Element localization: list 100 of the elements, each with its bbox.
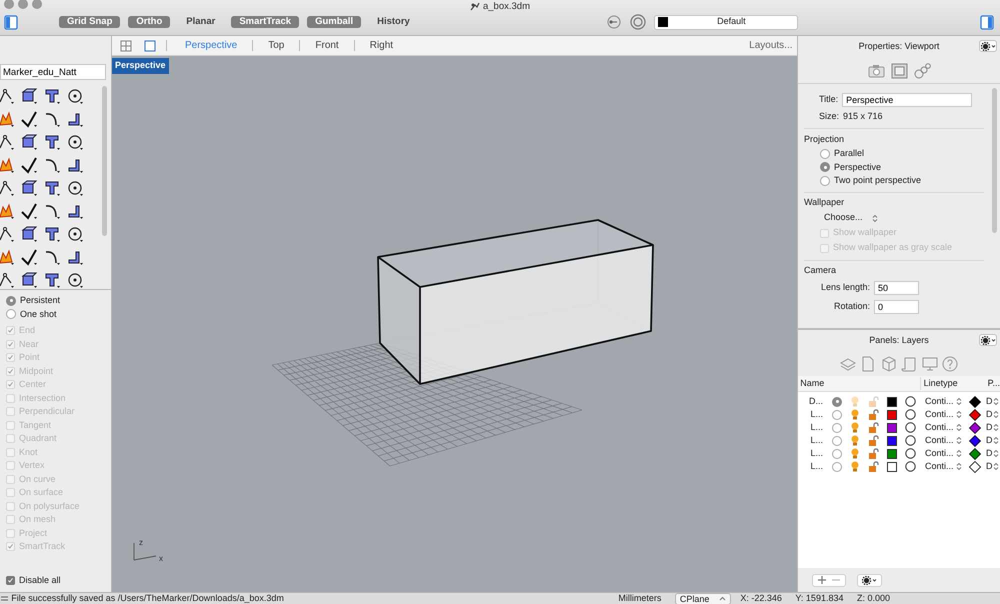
tool-icon[interactable] [43,132,61,151]
tool-icon[interactable] [20,156,38,174]
stepper-icon[interactable] [956,449,962,458]
tool-icon[interactable] [20,178,38,197]
radio-button[interactable] [832,436,842,446]
material-icon[interactable] [905,396,916,407]
gear-icon[interactable] [862,576,876,584]
radio-button[interactable] [832,448,842,458]
toggle-button[interactable]: Gumball [307,16,362,28]
link-icon[interactable] [914,62,930,78]
tool-icon[interactable] [43,224,61,243]
tool-icon[interactable] [0,224,15,243]
print-color-icon[interactable] [969,422,981,434]
print-color-icon[interactable] [969,460,981,472]
layer-color-swatch[interactable] [887,396,897,406]
material-icon[interactable] [905,448,916,459]
choose-dropdown[interactable]: Choose... [824,211,878,225]
add-icon[interactable] [817,575,827,585]
radio-button[interactable] [832,410,842,420]
record-icon[interactable] [607,15,622,29]
material-icon[interactable] [905,422,916,433]
stepper-icon[interactable] [992,423,998,432]
layer-name[interactable]: L... [798,460,823,474]
material-icon[interactable] [905,461,916,472]
tool-icon[interactable] [43,270,61,289]
layer-dropdown[interactable]: Default [654,14,798,30]
print-color-icon[interactable] [969,434,981,446]
page-icon[interactable] [860,356,876,372]
layer-name[interactable]: D... [798,394,823,408]
lock-icon[interactable] [868,422,879,433]
stepper-icon[interactable] [992,397,998,406]
light-bulb-icon[interactable] [850,461,860,472]
radio-button[interactable] [6,296,16,306]
radio-button[interactable] [820,148,830,159]
linetype-dropdown[interactable]: Conti... [925,446,965,460]
linetype-dropdown[interactable]: Conti... [925,434,965,448]
radio-button[interactable] [832,422,842,432]
number-field[interactable]: 50 [874,281,919,295]
scrollbar[interactable] [992,88,997,233]
viewport-tab[interactable]: Top [253,40,300,52]
layers-icon[interactable] [840,356,856,372]
print-color-icon[interactable] [969,396,981,408]
tool-icon[interactable] [20,224,38,243]
viewport-tab[interactable]: Perspective [167,40,252,52]
single-viewport-icon[interactable] [144,40,156,52]
linetype-dropdown[interactable]: Conti... [925,408,965,422]
tool-icon[interactable] [43,178,61,197]
radio-button[interactable] [832,462,842,472]
tool-icon[interactable] [0,87,15,105]
tool-icon[interactable] [0,132,15,151]
stepper-icon[interactable] [956,397,962,406]
print-color-icon[interactable] [969,448,981,460]
print-width-dropdown[interactable]: D [986,394,998,408]
layer-color-swatch[interactable] [887,436,897,446]
options-button[interactable] [856,574,882,586]
number-field[interactable]: 0 [874,300,919,314]
stepper-icon[interactable] [956,423,962,432]
stepper-icon[interactable] [956,462,962,471]
material-icon[interactable] [905,435,916,446]
viewport-tab[interactable]: Front [300,40,354,52]
cplane-dropdown[interactable]: CPlane [674,592,732,604]
tool-icon[interactable] [66,224,84,243]
radio-button[interactable] [820,162,830,172]
tool-icon[interactable] [66,132,84,151]
tool-icon[interactable] [0,178,15,197]
material-icon[interactable] [905,409,916,420]
linetype-dropdown[interactable]: Conti... [925,420,965,434]
stepper-icon[interactable] [992,449,998,458]
light-bulb-icon[interactable] [850,409,860,420]
four-viewports-icon[interactable] [120,40,132,52]
lock-icon[interactable] [868,448,879,459]
print-color-icon[interactable] [969,408,981,420]
camera-icon[interactable] [868,63,884,78]
layer-color-swatch[interactable] [887,462,897,472]
layouts-link[interactable]: Layouts... [749,38,792,53]
help-icon[interactable] [942,356,958,372]
scrollbar[interactable] [102,86,107,236]
stepper-icon[interactable] [992,436,998,445]
viewport-icon[interactable] [890,62,908,78]
stepper-icon[interactable] [872,214,878,222]
command-field[interactable]: Marker_edu_Natt [0,64,106,80]
layer-color-swatch[interactable] [887,410,897,420]
sidebar-toggle-icon[interactable] [980,14,994,30]
tool-icon[interactable] [43,87,61,105]
toggle-button[interactable]: Planar [178,16,224,28]
print-width-dropdown[interactable]: D [986,420,998,434]
layer-name[interactable]: L... [798,408,823,422]
light-bulb-icon[interactable] [850,422,860,433]
toggle-button[interactable]: Grid Snap [59,16,120,28]
lock-icon[interactable] [868,435,879,446]
tool-icon[interactable] [66,178,84,197]
stepper-icon[interactable] [956,436,962,445]
target-icon[interactable] [630,14,646,30]
monitor-icon[interactable] [922,356,938,372]
tool-icon[interactable] [66,270,84,289]
toggle-button[interactable]: SmartTrack [231,16,300,28]
tool-icon[interactable] [20,87,38,105]
layer-color-swatch[interactable] [887,422,897,432]
linetype-dropdown[interactable]: Conti... [925,394,965,408]
checkbox[interactable] [6,576,15,586]
